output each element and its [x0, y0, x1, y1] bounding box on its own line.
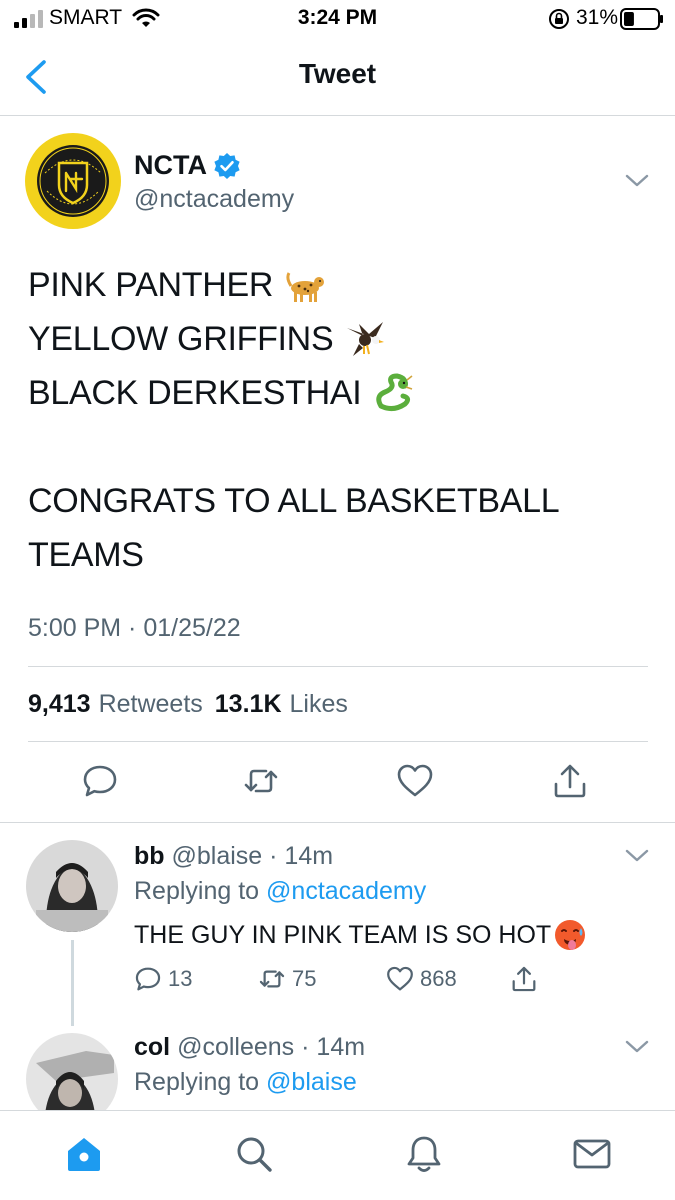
reply-header[interactable]: bb @blaise · 14m [134, 842, 333, 871]
likes-label[interactable]: Likes [290, 690, 348, 719]
author-handle[interactable]: @nctacademy [134, 185, 294, 214]
reply-text: THE GUY IN PINK TEAM IS SO HOT [134, 918, 587, 952]
chevron-down-icon[interactable] [624, 847, 650, 865]
retweet-icon[interactable] [242, 762, 280, 800]
notifications-icon[interactable] [403, 1133, 445, 1175]
reply-author-name[interactable]: bb [134, 842, 165, 870]
battery-icon [620, 8, 663, 30]
reply-author-name[interactable]: col [134, 1033, 170, 1061]
likes-count[interactable]: 13.1K [215, 690, 282, 719]
reply-text-content: THE GUY IN PINK TEAM IS SO HOT [134, 920, 552, 949]
tweet-line-text: YELLOW GRIFFINS [28, 320, 334, 358]
tweet-timestamp: 5:00 PM · 01/25/22 [28, 614, 241, 642]
divider [28, 666, 648, 667]
leopard-emoji-icon [286, 272, 325, 302]
reply-action-retweet[interactable]: 75 [258, 962, 316, 996]
share-icon[interactable] [551, 762, 589, 800]
like-icon [387, 966, 413, 991]
reply-icon[interactable] [81, 762, 119, 800]
tweet-text: PINK PANTHER YELLOW GRIFFINS BLACK DERKE… [28, 258, 648, 582]
page-title: Tweet [298, 58, 377, 89]
eagle-emoji-icon [347, 322, 385, 356]
chevron-down-icon[interactable] [624, 172, 650, 190]
reply-header[interactable]: col @colleens · 14m [134, 1033, 365, 1062]
reply-age: · 14m [301, 1033, 366, 1061]
rotation-lock-icon [549, 9, 569, 29]
tweet-line: YELLOW GRIFFINS [28, 312, 648, 366]
reply-action-reply[interactable]: 13 [134, 962, 192, 996]
bottom-tab-bar [0, 1110, 675, 1200]
home-icon[interactable] [63, 1133, 105, 1175]
tweet-stats: 9,413 Retweets 13.1K Likes [28, 690, 360, 719]
tweet-line-text: TEAMS [28, 536, 144, 574]
like-count: 868 [420, 966, 457, 991]
status-time: 3:24 PM [297, 6, 378, 29]
divider [0, 822, 675, 823]
thread-line [71, 940, 74, 1026]
like-icon[interactable] [396, 762, 434, 800]
retweets-label[interactable]: Retweets [99, 690, 203, 719]
retweets-count[interactable]: 9,413 [28, 690, 91, 719]
avatar-photo [26, 840, 118, 932]
verified-badge-icon [214, 152, 240, 179]
share-icon [512, 966, 536, 992]
reply-icon [135, 967, 161, 991]
replying-to: Replying to @blaise [134, 1068, 357, 1097]
tweet-line-text: BLACK DERKESTHAI [28, 374, 362, 412]
ncta-avatar[interactable] [25, 133, 121, 229]
battery-percent: 31% [576, 6, 619, 29]
tweet-line: BLACK DERKESTHAI [28, 366, 648, 420]
reply-author-handle[interactable]: @colleens [177, 1033, 294, 1061]
reply-action-share[interactable] [510, 962, 544, 996]
replying-to: Replying to @nctacademy [134, 877, 426, 906]
dragon-emoji-icon [376, 373, 413, 412]
hot-face-emoji-icon [555, 920, 586, 950]
replying-mention[interactable]: @nctacademy [266, 877, 426, 905]
reply-action-like[interactable]: 868 [386, 962, 457, 996]
replying-prefix: Replying to [134, 877, 260, 905]
status-bar: SMART 3:24 PM 31% [0, 0, 675, 40]
tweet-line: TEAMS [28, 528, 648, 582]
tweet-line-text: CONGRATS TO ALL BASKETBALL [28, 482, 560, 520]
replying-prefix: Replying to [134, 1068, 260, 1096]
tweet-line: PINK PANTHER [28, 258, 648, 312]
retweet-icon [259, 970, 285, 988]
search-icon[interactable] [233, 1133, 275, 1175]
chevron-down-icon[interactable] [624, 1038, 650, 1056]
reply-age: · 14m [269, 842, 334, 870]
avatar[interactable] [26, 840, 118, 932]
divider [28, 741, 648, 742]
nav-header: Tweet [0, 40, 675, 116]
retweet-count: 75 [292, 966, 317, 991]
author-name-row[interactable]: NCTA [134, 150, 241, 181]
tweet-line-text: PINK PANTHER [28, 266, 274, 304]
reply-author-handle[interactable]: @blaise [172, 842, 263, 870]
messages-icon[interactable] [571, 1133, 613, 1175]
author-name[interactable]: NCTA [134, 150, 207, 181]
tweet-line: CONGRATS TO ALL BASKETBALL [28, 474, 648, 528]
reply-count: 13 [168, 966, 193, 991]
replying-mention[interactable]: @blaise [266, 1068, 357, 1096]
